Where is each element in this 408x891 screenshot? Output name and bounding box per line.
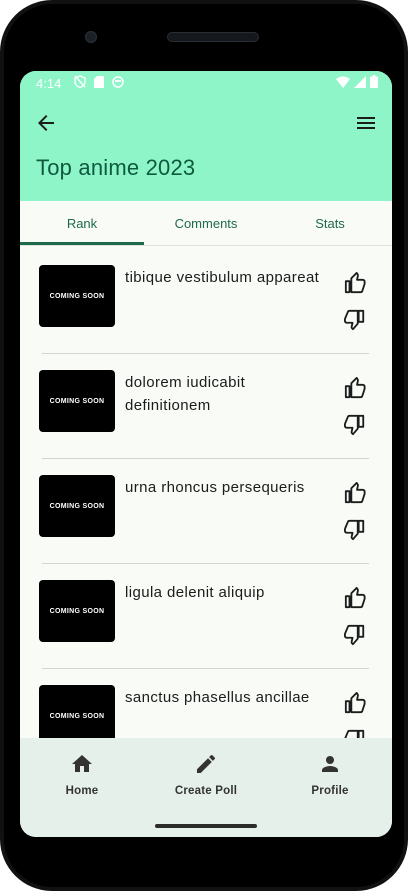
- like-button[interactable]: [344, 272, 366, 294]
- item-thumbnail: COMING SOON: [39, 265, 115, 327]
- page-title: Top anime 2023: [36, 155, 196, 180]
- thumb-down-icon: [344, 309, 365, 331]
- tab-comments[interactable]: Comments: [144, 201, 268, 245]
- back-button[interactable]: [34, 111, 58, 135]
- arrow-back-icon: [38, 115, 54, 131]
- device-bezel: 4:14 Top anime 2023 Rank Comments Stats …: [4, 4, 404, 887]
- wifi-icon: [336, 76, 350, 91]
- earpiece-speaker: [167, 32, 259, 42]
- thumb-down-icon: [344, 729, 365, 738]
- thumb-up-icon: [344, 692, 366, 714]
- battery-icon: [370, 75, 378, 91]
- item-thumbnail: COMING SOON: [39, 370, 115, 432]
- device-frame: 4:14 Top anime 2023 Rank Comments Stats …: [0, 0, 408, 891]
- dislike-button[interactable]: [344, 519, 366, 541]
- dislike-button[interactable]: [344, 624, 366, 646]
- like-button[interactable]: [344, 482, 366, 504]
- item-thumbnail: COMING SOON: [39, 685, 115, 738]
- thumb-up-icon: [344, 587, 366, 609]
- thumb-down-icon: [344, 414, 365, 436]
- item-title: sanctus phasellus ancillae: [125, 689, 310, 706]
- list-item: COMING SOON sanctus phasellus ancillae: [20, 666, 392, 738]
- list-item: COMING SOON tibique vestibulum appareat: [20, 246, 392, 354]
- tab-stats[interactable]: Stats: [268, 201, 392, 245]
- item-title: dolorem iudicabit definitionem: [125, 374, 246, 414]
- menu-button[interactable]: [354, 111, 378, 135]
- pencil-icon: [197, 754, 216, 773]
- gesture-home-indicator[interactable]: [155, 824, 257, 828]
- like-button[interactable]: [344, 692, 366, 714]
- app-screen: 4:14 Top anime 2023 Rank Comments Stats …: [20, 71, 392, 837]
- nav-home-label: Home: [65, 785, 99, 797]
- status-time: 4:14: [36, 75, 62, 91]
- item-thumbnail: COMING SOON: [39, 475, 115, 537]
- tab-rank[interactable]: Rank: [20, 201, 144, 245]
- item-title: tibique vestibulum appareat: [125, 269, 320, 286]
- item-thumbnail: COMING SOON: [39, 580, 115, 642]
- shield-off-icon: [74, 75, 86, 91]
- status-right-icons: [336, 75, 378, 91]
- bottom-navigation: Home Create Poll Profile: [20, 738, 392, 837]
- ranking-list[interactable]: COMING SOON tibique vestibulum appareat …: [20, 246, 392, 738]
- home-icon: [72, 755, 92, 772]
- tab-bar: Rank Comments Stats: [20, 201, 392, 246]
- list-item: COMING SOON urna rhoncus persequeris: [20, 456, 392, 564]
- item-title: ligula delenit aliquip: [125, 584, 265, 601]
- nav-create-poll[interactable]: Create Poll: [144, 752, 268, 802]
- nav-profile[interactable]: Profile: [268, 752, 392, 802]
- nav-home[interactable]: Home: [20, 752, 144, 802]
- sd-card-icon: [94, 75, 104, 91]
- like-button[interactable]: [344, 587, 366, 609]
- like-button[interactable]: [344, 377, 366, 399]
- dislike-button[interactable]: [344, 729, 366, 738]
- list-item: COMING SOON ligula delenit aliquip: [20, 561, 392, 669]
- item-title: urna rhoncus persequeris: [125, 479, 305, 496]
- front-camera: [85, 31, 97, 43]
- thumb-up-icon: [344, 482, 366, 504]
- person-icon: [322, 756, 338, 772]
- nav-create-poll-label: Create Poll: [174, 785, 238, 797]
- app-header: 4:14 Top anime 2023: [20, 71, 392, 201]
- dislike-button[interactable]: [344, 414, 366, 436]
- thumb-down-icon: [344, 624, 365, 646]
- hamburger-menu-icon: [357, 117, 375, 129]
- thumb-up-icon: [344, 272, 366, 294]
- thumb-up-icon: [344, 377, 366, 399]
- face-icon: [112, 75, 124, 91]
- thumb-down-icon: [344, 519, 365, 541]
- status-bar: 4:14: [20, 71, 392, 95]
- signal-icon: [354, 75, 366, 91]
- list-item: COMING SOON dolorem iudicabit definition…: [20, 351, 392, 459]
- nav-profile-label: Profile: [311, 785, 349, 797]
- active-tab-indicator: [20, 242, 144, 245]
- dislike-button[interactable]: [344, 309, 366, 331]
